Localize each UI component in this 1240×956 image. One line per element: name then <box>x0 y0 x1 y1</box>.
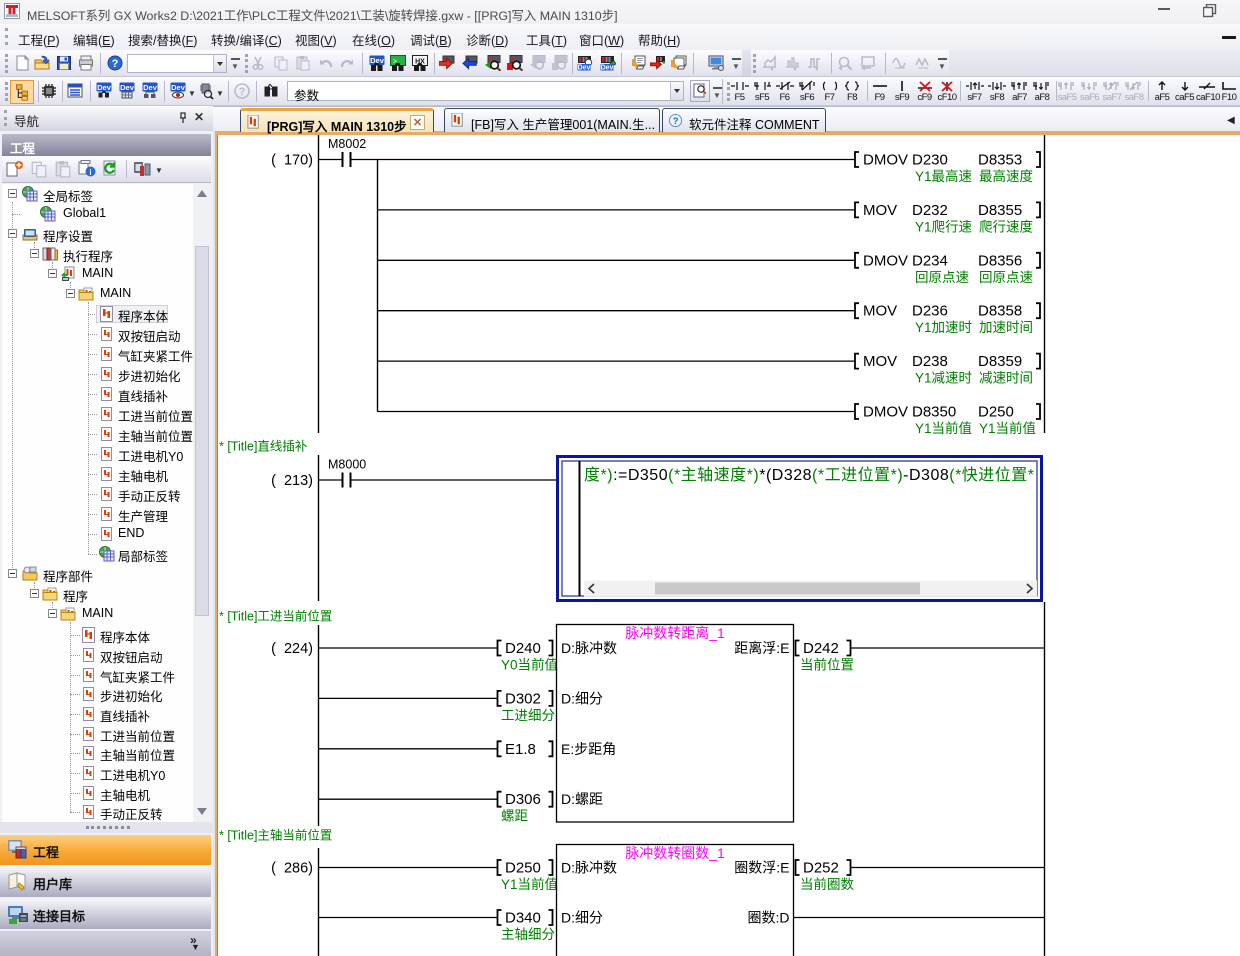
svg-text:M8000: M8000 <box>328 458 366 472</box>
svg-text:当前圈数: 当前圈数 <box>800 876 854 892</box>
svg-text:D240: D240 <box>505 640 541 657</box>
svg-text:MOV: MOV <box>863 202 897 219</box>
svg-text:D8356: D8356 <box>978 252 1022 269</box>
svg-text:DMOV: DMOV <box>863 252 908 269</box>
svg-text:D:螺距: D:螺距 <box>561 791 603 807</box>
svg-text:距离浮:E: 距离浮:E <box>734 640 789 656</box>
svg-text:( 286): ( 286) <box>271 861 313 877</box>
svg-text:D8353: D8353 <box>978 152 1022 169</box>
svg-text:D:脉冲数: D:脉冲数 <box>561 640 617 656</box>
svg-text:D302: D302 <box>505 690 541 707</box>
svg-text:Y1加速时: Y1加速时 <box>915 320 972 335</box>
svg-text:Y1爬行速: Y1爬行速 <box>915 219 972 234</box>
svg-text:Dev: Dev <box>171 83 186 92</box>
svg-text:回原点速: 回原点速 <box>915 270 969 285</box>
svg-text:D234: D234 <box>912 252 948 269</box>
svg-text:D238: D238 <box>912 353 948 370</box>
svg-text:Dev: Dev <box>120 83 135 92</box>
svg-text:M8002: M8002 <box>328 137 366 151</box>
svg-text:Dev: Dev <box>97 83 112 92</box>
svg-text:E:步距角: E:步距角 <box>561 741 616 757</box>
svg-text:工进细分: 工进细分 <box>501 708 555 723</box>
svg-text:最高速度: 最高速度 <box>979 168 1033 184</box>
svg-text:D8359: D8359 <box>978 353 1022 370</box>
svg-text:Y1当前值: Y1当前值 <box>501 876 558 892</box>
svg-text:减速时间: 减速时间 <box>979 371 1033 386</box>
svg-text:D250: D250 <box>505 860 541 877</box>
svg-text:?: ? <box>673 116 679 126</box>
svg-text:D306: D306 <box>505 791 541 808</box>
svg-text:D236: D236 <box>912 303 948 320</box>
svg-text:MOV: MOV <box>863 353 897 370</box>
svg-text:D230: D230 <box>912 152 948 169</box>
svg-text:D250: D250 <box>978 404 1014 421</box>
svg-text:* [Title]工进当前位置: * [Title]工进当前位置 <box>219 609 332 624</box>
svg-text:圈数浮:E: 圈数浮:E <box>734 860 789 876</box>
svg-text:( 170): ( 170) <box>271 153 313 169</box>
svg-text:?: ? <box>112 58 119 70</box>
svg-text:D:细分: D:细分 <box>561 910 603 926</box>
svg-text:( 213): ( 213) <box>271 473 313 489</box>
svg-text:E1.8: E1.8 <box>505 741 536 758</box>
svg-text:Dev: Dev <box>601 65 614 72</box>
svg-text:Y1减速时: Y1减速时 <box>915 371 972 386</box>
svg-text:D242: D242 <box>803 640 839 657</box>
svg-text:度*):=D350(*主轴速度*)*(D328(*工进位置*: 度*):=D350(*主轴速度*)*(D328(*工进位置*)-D308(*快进… <box>584 466 1035 484</box>
svg-text:加速时间: 加速时间 <box>979 320 1033 335</box>
svg-text:D:细分: D:细分 <box>561 690 603 706</box>
svg-text:Y1最高速: Y1最高速 <box>915 168 972 184</box>
svg-text:D8350: D8350 <box>912 404 956 421</box>
svg-text:?: ? <box>239 86 246 98</box>
svg-text:* [Title]直线插补: * [Title]直线插补 <box>219 439 308 454</box>
svg-text:Y1当前值: Y1当前值 <box>915 420 972 436</box>
svg-text:Dev: Dev <box>578 65 591 72</box>
svg-text:MOV: MOV <box>863 303 897 320</box>
svg-text:主轴细分: 主轴细分 <box>501 927 555 942</box>
svg-text:D252: D252 <box>803 860 839 877</box>
svg-text:DMOV: DMOV <box>863 404 908 421</box>
svg-text:Dev: Dev <box>143 83 158 92</box>
svg-text:i: i <box>89 168 91 177</box>
svg-text:Y1当前值: Y1当前值 <box>979 420 1036 436</box>
svg-text:D232: D232 <box>912 202 948 219</box>
svg-text:D340: D340 <box>505 910 541 927</box>
svg-text:D8355: D8355 <box>978 202 1022 219</box>
svg-text:D:脉冲数: D:脉冲数 <box>561 860 617 876</box>
svg-text:螺距: 螺距 <box>501 809 528 824</box>
svg-text:D8358: D8358 <box>978 303 1022 320</box>
svg-text:( 224): ( 224) <box>271 641 313 657</box>
svg-text:回原点速: 回原点速 <box>979 270 1033 285</box>
svg-text:脉冲数转圈数_1: 脉冲数转圈数_1 <box>625 845 725 861</box>
svg-text:Y0当前值: Y0当前值 <box>501 657 558 673</box>
svg-text:脉冲数转距离_1: 脉冲数转距离_1 <box>625 625 725 641</box>
svg-text:DMOV: DMOV <box>863 152 908 169</box>
svg-text:当前位置: 当前位置 <box>800 657 854 673</box>
svg-text:* [Title]主轴当前位置: * [Title]主轴当前位置 <box>219 828 332 843</box>
svg-text:圈数:D: 圈数:D <box>748 910 790 926</box>
svg-text:爬行速度: 爬行速度 <box>979 219 1033 234</box>
